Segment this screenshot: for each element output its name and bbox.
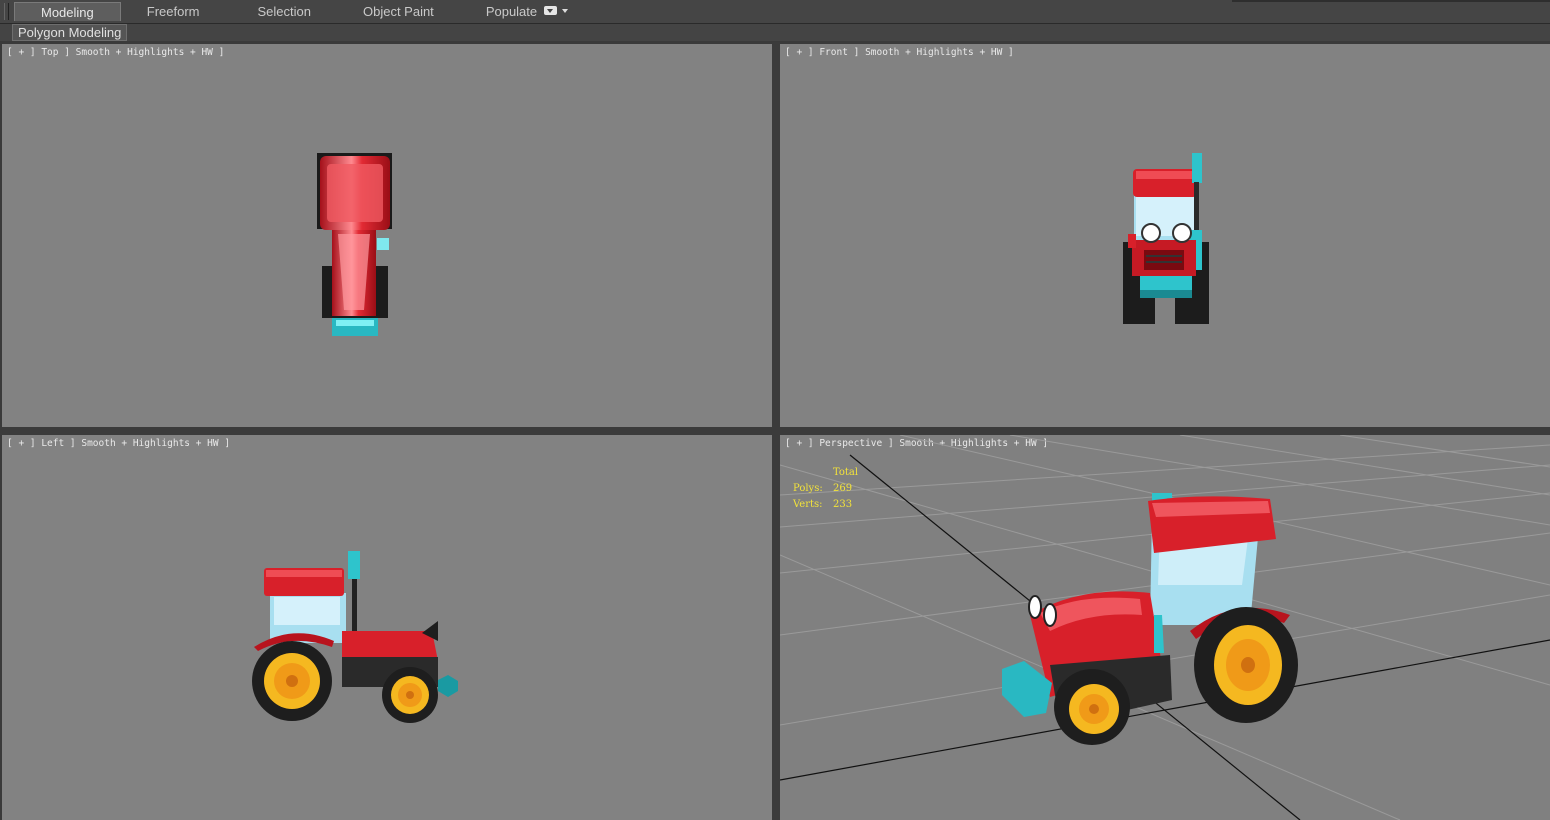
ribbon-panel-bar: Polygon Modeling [0, 24, 1550, 41]
ribbon-separator [1232, 0, 1550, 2]
tab-object-paint[interactable]: Object Paint [337, 2, 460, 21]
viewport-perspective[interactable]: [ + ] Perspective ] Smooth + Highlights … [780, 435, 1550, 820]
tractor-top-view [317, 153, 392, 336]
polygon-modeling-panel-button[interactable]: Polygon Modeling [12, 24, 128, 41]
ribbon-bar: Modeling Freeform Selection Object Paint… [0, 0, 1550, 24]
tab-freeform[interactable]: Freeform [121, 2, 226, 21]
tractor-perspective-view [1002, 493, 1298, 745]
tractor-front-view [1123, 153, 1209, 324]
viewport-divider-horizontal[interactable] [0, 427, 1550, 435]
viewport-left[interactable]: [ + ] Left ] Smooth + Highlights + HW ] [2, 435, 772, 820]
viewport-front[interactable]: [ + ] Front ] Smooth + Highlights + HW ] [780, 44, 1550, 427]
tab-modeling[interactable]: Modeling [14, 2, 121, 21]
viewport-top[interactable]: [ + ] Top ] Smooth + Highlights + HW ] [2, 44, 772, 427]
ribbon-options-icon[interactable] [544, 5, 568, 19]
ribbon-grip[interactable] [4, 3, 9, 20]
ribbon-tabs: Modeling Freeform Selection Object Paint… [14, 2, 563, 22]
tractor-left-view [252, 551, 458, 723]
tab-selection[interactable]: Selection [226, 2, 337, 21]
